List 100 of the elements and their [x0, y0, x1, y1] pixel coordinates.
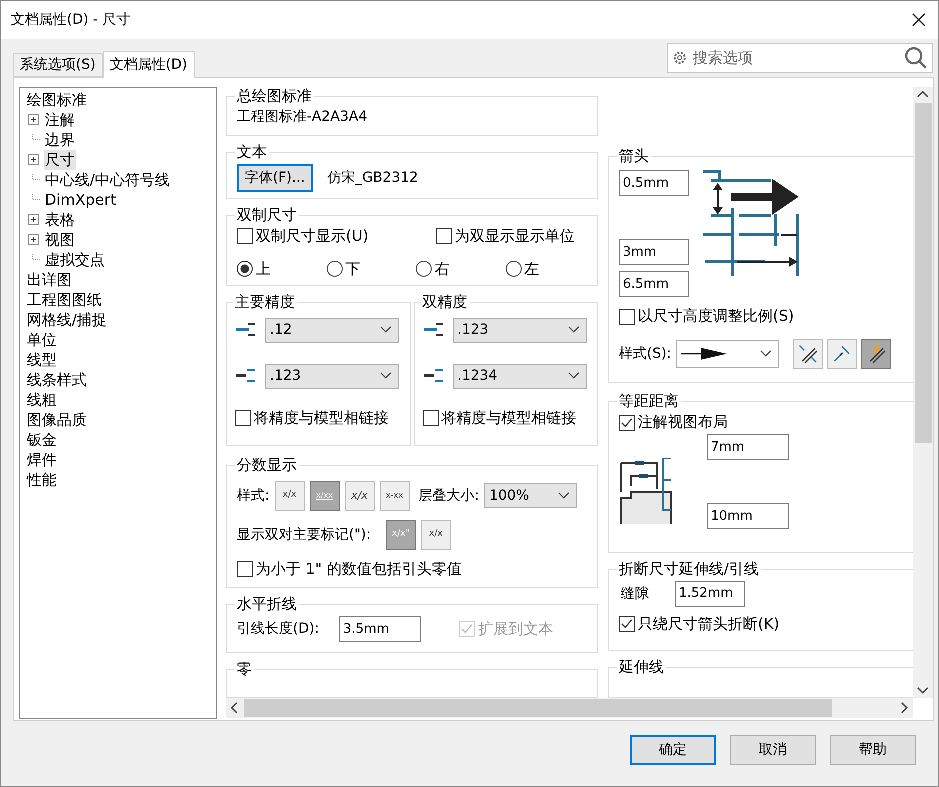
expand-icon[interactable]	[28, 154, 40, 166]
font-value: 仿宋_GB2312	[327, 168, 418, 187]
fraction-style-button[interactable]: x/x	[274, 480, 305, 511]
tree-item[interactable]: 表格	[44, 210, 76, 230]
group-title: 延伸线	[618, 658, 665, 678]
checkbox[interactable]: 将精度与模型相链接	[422, 408, 576, 428]
checkbox[interactable]: 为小于 1" 的数值包括引头零值	[237, 560, 462, 579]
tree-item[interactable]: 视图	[44, 230, 76, 250]
dialog-button[interactable]: 帮助	[830, 734, 916, 764]
tree-item[interactable]: 线粗	[26, 390, 58, 410]
group-title: 分数显示	[236, 456, 298, 475]
search-bar[interactable]: 搜索选项	[667, 43, 933, 73]
tree-item[interactable]: 出详图	[26, 270, 73, 290]
dropdown[interactable]: .12	[265, 318, 399, 343]
arrow-style-label: 样式(S):	[619, 344, 672, 362]
radio-button[interactable]	[416, 261, 432, 278]
search-field[interactable]: 搜索选项	[691, 48, 901, 68]
tree-item[interactable]: 钣金	[26, 430, 58, 450]
chevron-down-icon	[558, 492, 570, 500]
precision-icon	[235, 322, 257, 338]
radio-label: 下	[346, 260, 360, 279]
search-icon[interactable]	[904, 46, 928, 70]
group-title: 箭头	[618, 147, 650, 166]
tree-item[interactable]: 中心线/中心符号线	[44, 170, 172, 190]
tree-item[interactable]: 注解	[44, 110, 76, 130]
tree-item[interactable]: 单位	[26, 330, 58, 350]
chevron-down-icon	[760, 350, 772, 358]
checkbox[interactable]: 以尺寸高度调整比例(S)	[619, 307, 794, 326]
group-title: 总绘图标准	[236, 87, 313, 106]
radio-label: 右	[435, 260, 450, 279]
input-field[interactable]: 3.5mm	[339, 616, 422, 642]
expand-icon[interactable]	[28, 114, 40, 126]
checkmark-icon	[461, 624, 474, 634]
checkbox[interactable]: 为双显示显示单位	[436, 226, 575, 246]
tree-item[interactable]: 线型	[26, 350, 58, 370]
chevron-down-icon	[568, 326, 580, 334]
group-title: 等距距离	[618, 392, 680, 412]
precision-icon	[422, 322, 444, 338]
horizontal-scrollbar[interactable]	[226, 698, 913, 718]
fraction-style-button[interactable]: x-xx	[380, 480, 410, 511]
group-title: 双制尺寸	[236, 206, 298, 225]
checkmark-icon	[621, 418, 633, 428]
style-label: 样式:	[237, 486, 270, 505]
tab[interactable]: 文档属性(D)	[102, 51, 195, 78]
arrow-icon	[680, 346, 729, 360]
tree-item[interactable]: 图像品质	[26, 410, 88, 430]
checkbox[interactable]: 将精度与模型相链接	[235, 408, 389, 428]
radio-button[interactable]	[237, 261, 253, 278]
radio-button[interactable]	[506, 261, 522, 278]
standard-value: 工程图标准-A2A3A4	[237, 109, 368, 125]
vertical-scrollbar[interactable]	[913, 87, 933, 698]
radio-label: 上	[256, 260, 271, 279]
dropdown[interactable]: .123	[452, 318, 586, 343]
dropdown[interactable]: .123	[265, 364, 399, 389]
tree-item[interactable]: 线条样式	[26, 370, 88, 390]
input-field[interactable]: 6.5mm	[619, 271, 689, 297]
stack-size-label: 层叠大小:	[418, 486, 480, 505]
gap-label: 缝隙	[621, 584, 649, 603]
tree-item[interactable]: 边界	[44, 130, 76, 150]
fraction-style-button[interactable]: x/x	[344, 480, 375, 511]
fraction-style-button[interactable]: x/x	[421, 520, 452, 550]
dialog-button[interactable]: 确定	[630, 734, 716, 764]
arrow-placement-button[interactable]	[792, 338, 823, 368]
radio-button[interactable]	[326, 261, 342, 278]
dialog-button[interactable]: 取消	[730, 734, 816, 764]
expand-icon[interactable]	[28, 214, 40, 226]
arrow-placement-button[interactable]	[860, 338, 891, 368]
tree-item[interactable]: 尺寸	[44, 150, 76, 170]
dropdown[interactable]: .1234	[452, 364, 586, 389]
inside-arrows-icon	[796, 342, 819, 364]
dropdown[interactable]: 100%	[484, 483, 578, 508]
input-field[interactable]: 0.5mm	[619, 170, 689, 196]
input-field[interactable]: 7mm	[707, 434, 789, 460]
checkbox[interactable]: 只绕尺寸箭头折断(K)	[619, 614, 780, 634]
expand-icon[interactable]	[28, 234, 40, 246]
dual-mark-label: 显示双对主要标记("):	[237, 526, 372, 544]
group-title: 主要精度	[234, 292, 296, 312]
tree-item[interactable]: 绘图标准	[26, 90, 88, 110]
close-icon[interactable]	[912, 13, 926, 27]
font-button[interactable]: 字体(F)...	[237, 164, 314, 192]
tree-item[interactable]: 虚拟交点	[44, 250, 106, 270]
tree-item[interactable]: DimXpert	[44, 190, 118, 210]
group-title: 折断尺寸延伸线/引线	[618, 560, 760, 579]
input-field[interactable]: 1.52mm	[675, 580, 745, 607]
tree-item[interactable]: 焊件	[26, 450, 58, 470]
input-field[interactable]: 3mm	[619, 239, 689, 265]
group-title: 双精度	[422, 292, 468, 312]
checkbox[interactable]: 双制尺寸显示(U)	[237, 226, 369, 246]
checkbox[interactable]: 注解视图布局	[619, 413, 728, 432]
arrow-style-dropdown[interactable]	[676, 340, 779, 368]
tree-item[interactable]: 工程图图纸	[26, 290, 103, 310]
radio-label: 左	[524, 260, 540, 279]
tree-item[interactable]: 性能	[26, 470, 58, 490]
checkmark-icon	[621, 619, 633, 630]
tab[interactable]: 系统选项(S)	[13, 53, 103, 77]
input-field[interactable]: 10mm	[707, 503, 789, 530]
window-title: 文档属性(D) - 尺寸	[11, 11, 131, 29]
chevron-down-icon	[380, 372, 392, 380]
tree-item[interactable]: 网格线/捕捉	[26, 310, 108, 330]
chevron-down-icon	[380, 326, 392, 334]
